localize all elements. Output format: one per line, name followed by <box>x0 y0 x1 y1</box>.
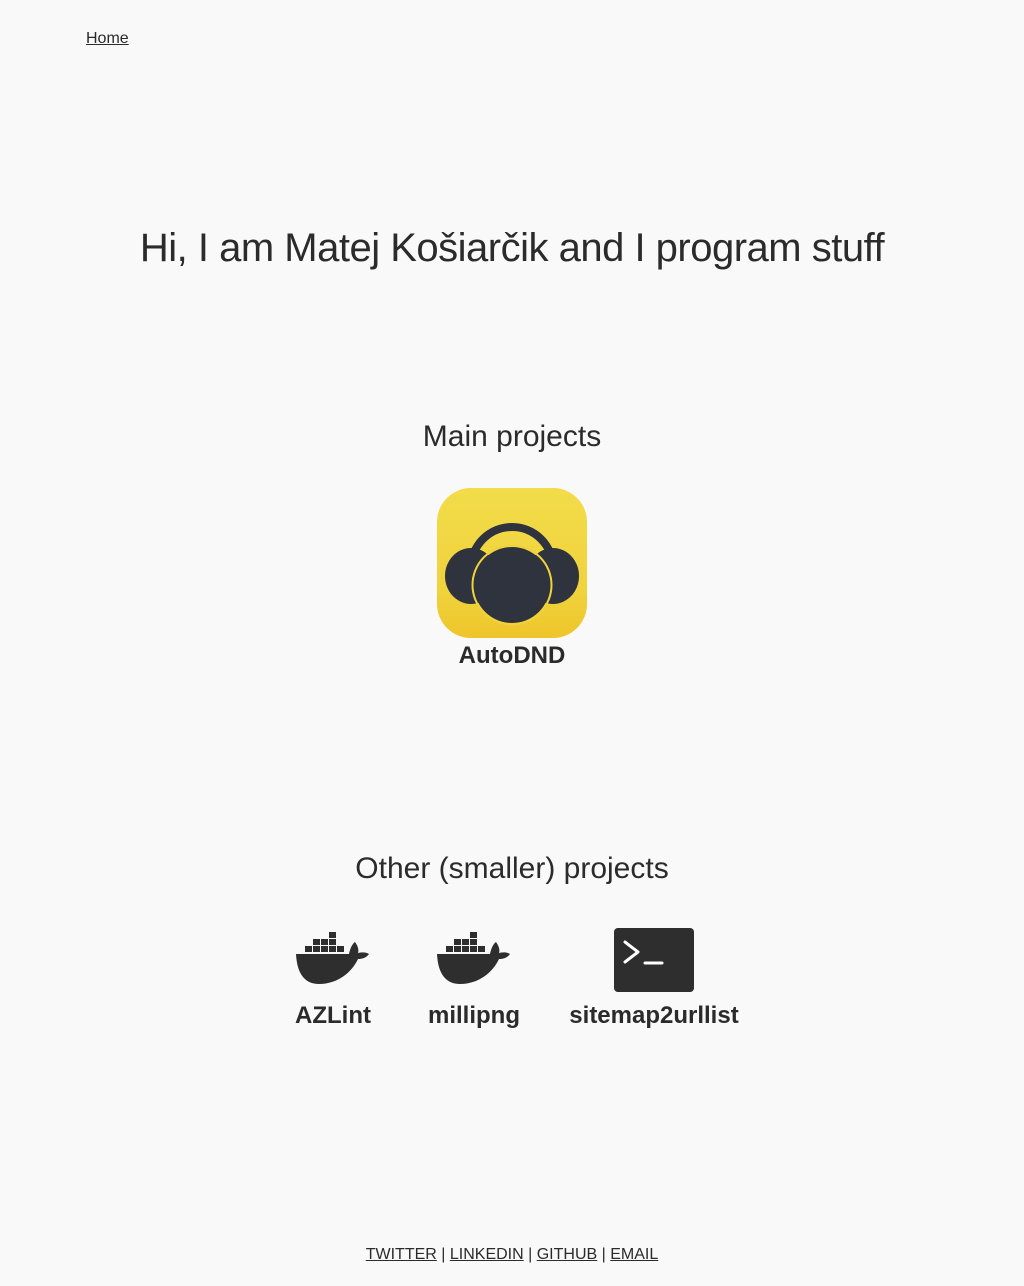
footer-link-email[interactable]: EMAIL <box>610 1246 658 1263</box>
footer-link-twitter[interactable]: TWITTER <box>366 1246 437 1263</box>
footer-separator: | <box>441 1246 446 1263</box>
docker-whale-icon <box>296 932 369 984</box>
project-sitemap2urllist-label: sitemap2urllist <box>569 1002 739 1029</box>
other-projects-title: Other (smaller) projects <box>355 852 669 885</box>
footer-separator: | <box>528 1246 533 1263</box>
project-sitemap2urllist[interactable]: sitemap2urllist <box>569 928 739 1029</box>
hero-title: Hi, I am Matej Košiarčik and I program s… <box>139 226 885 270</box>
headphones-icon <box>437 488 587 638</box>
footer-separator: | <box>601 1246 606 1263</box>
docker-whale-icon <box>437 932 510 984</box>
footer-links: TWITTER | LINKEDIN | GITHUB | EMAIL <box>0 1246 1024 1264</box>
project-millipng-label: millipng <box>428 1002 520 1029</box>
page: Home Hi, I am Matej Košiarčik and I prog… <box>0 0 1024 1286</box>
footer-link-linkedin[interactable]: LINKEDIN <box>450 1246 524 1263</box>
project-azlint[interactable]: AZLint <box>295 928 371 1029</box>
terminal-icon <box>614 928 694 992</box>
main-projects-title: Main projects <box>422 420 602 453</box>
footer-link-github[interactable]: GITHUB <box>537 1246 597 1263</box>
project-autodnd-label: AutoDND <box>458 642 566 669</box>
project-autodnd[interactable]: AutoDND <box>437 488 587 670</box>
nav-home-link[interactable]: Home <box>86 30 129 48</box>
project-millipng[interactable]: millipng <box>428 928 520 1029</box>
project-azlint-label: AZLint <box>295 1002 371 1029</box>
